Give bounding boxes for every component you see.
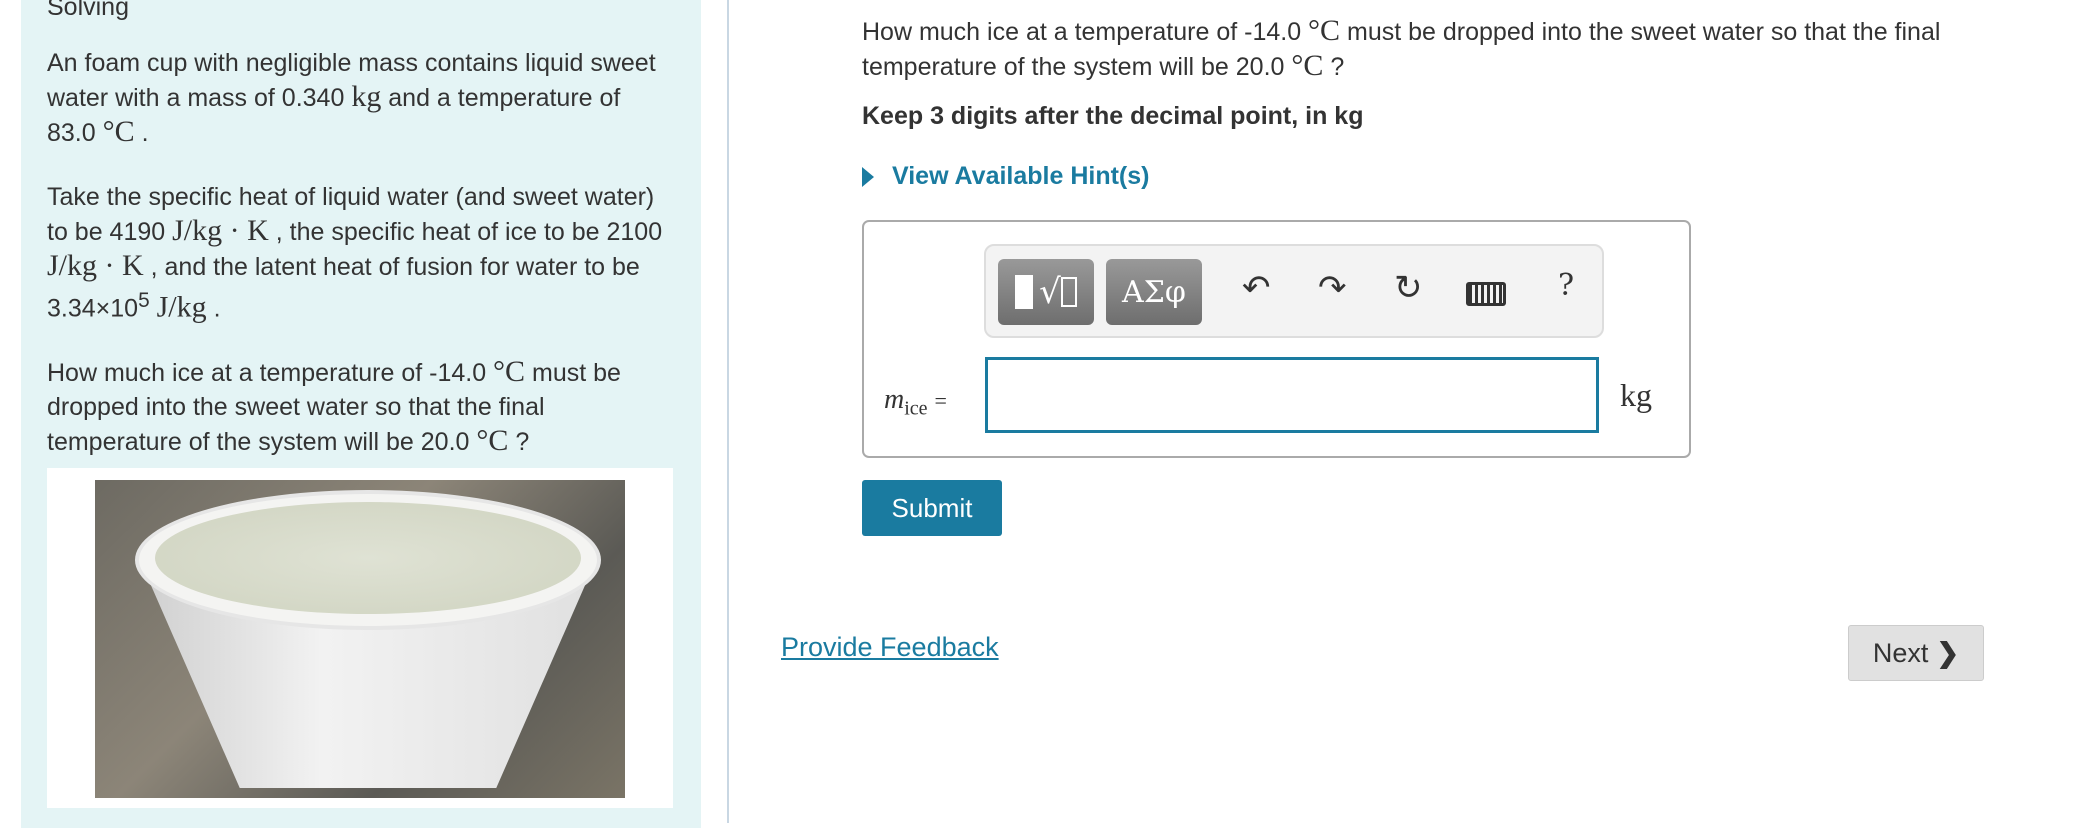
equals: = — [934, 388, 947, 413]
text: , the specific heat of ice to be 2100 — [268, 218, 663, 246]
foam-cup-image — [47, 468, 673, 808]
math: °C — [102, 115, 135, 148]
divider — [727, 0, 729, 823]
math: °C — [1291, 49, 1324, 82]
chevron-right-icon: ❯ — [1936, 637, 1960, 668]
problem-text-3: How much ice at a temperature of -14.0 °… — [47, 355, 675, 459]
problem-panel: Solving An foam cup with negligible mass… — [21, 0, 701, 828]
keyboard-icon[interactable] — [1466, 282, 1506, 306]
submit-button[interactable]: Submit — [862, 480, 1002, 536]
provide-feedback-link[interactable]: Provide Feedback — [781, 632, 999, 663]
box-icon — [1060, 277, 1077, 307]
radical-icon: √ — [1039, 272, 1061, 312]
math: kg — [351, 80, 382, 113]
math: °C — [1308, 14, 1341, 47]
help-icon[interactable]: ? — [1558, 268, 1574, 303]
math: °C — [476, 424, 509, 458]
math: J/kg — [156, 290, 207, 324]
exponent: 5 — [138, 289, 150, 312]
undo-icon[interactable]: ↶ — [1242, 268, 1271, 308]
math: °C — [493, 355, 526, 389]
templates-button[interactable]: √ — [998, 259, 1094, 325]
view-hints-link[interactable]: View Available Hint(s) — [862, 162, 1149, 191]
section-title: Solving — [47, 0, 129, 21]
answer-box: √ ΑΣφ ↶ ↷ ↻ ? mice = kg — [862, 220, 1691, 458]
text: ? — [508, 428, 530, 457]
unit-label: kg — [1620, 377, 1652, 413]
text — [150, 294, 157, 322]
redo-icon[interactable]: ↷ — [1318, 268, 1347, 308]
next-label: Next — [1872, 637, 1929, 668]
problem-text-1: An foam cup with negligible mass contain… — [47, 46, 675, 150]
math: J/kg · K — [172, 214, 269, 247]
hint-label: View Available Hint(s) — [892, 162, 1150, 190]
cup-contents — [155, 502, 581, 614]
subscript: ice — [904, 397, 928, 420]
text: . — [134, 119, 149, 147]
block-icon — [1015, 275, 1034, 309]
answer-label: mice = — [884, 384, 947, 421]
text: How much ice at a temperature of -14.0 — [47, 359, 494, 388]
problem-text-2: Take the specific heat of liquid water (… — [47, 180, 675, 325]
instruction: Keep 3 digits after the decimal point, i… — [862, 102, 1364, 130]
answer-input[interactable] — [985, 357, 1599, 433]
reset-icon[interactable]: ↻ — [1394, 268, 1423, 308]
math-toolbar: √ ΑΣφ ↶ ↷ ↻ ? — [984, 244, 1604, 338]
caret-right-icon — [862, 166, 874, 187]
text: ? — [1323, 53, 1345, 81]
next-button[interactable]: Next ❯ — [1848, 625, 1984, 681]
question-text: How much ice at a temperature of -14.0 °… — [862, 14, 1962, 84]
variable: m — [884, 384, 905, 415]
text: How much ice at a temperature of -14.0 — [862, 18, 1309, 46]
text: . — [206, 294, 221, 323]
symbols-button[interactable]: ΑΣφ — [1106, 259, 1202, 325]
math: J/kg · K — [47, 249, 144, 282]
